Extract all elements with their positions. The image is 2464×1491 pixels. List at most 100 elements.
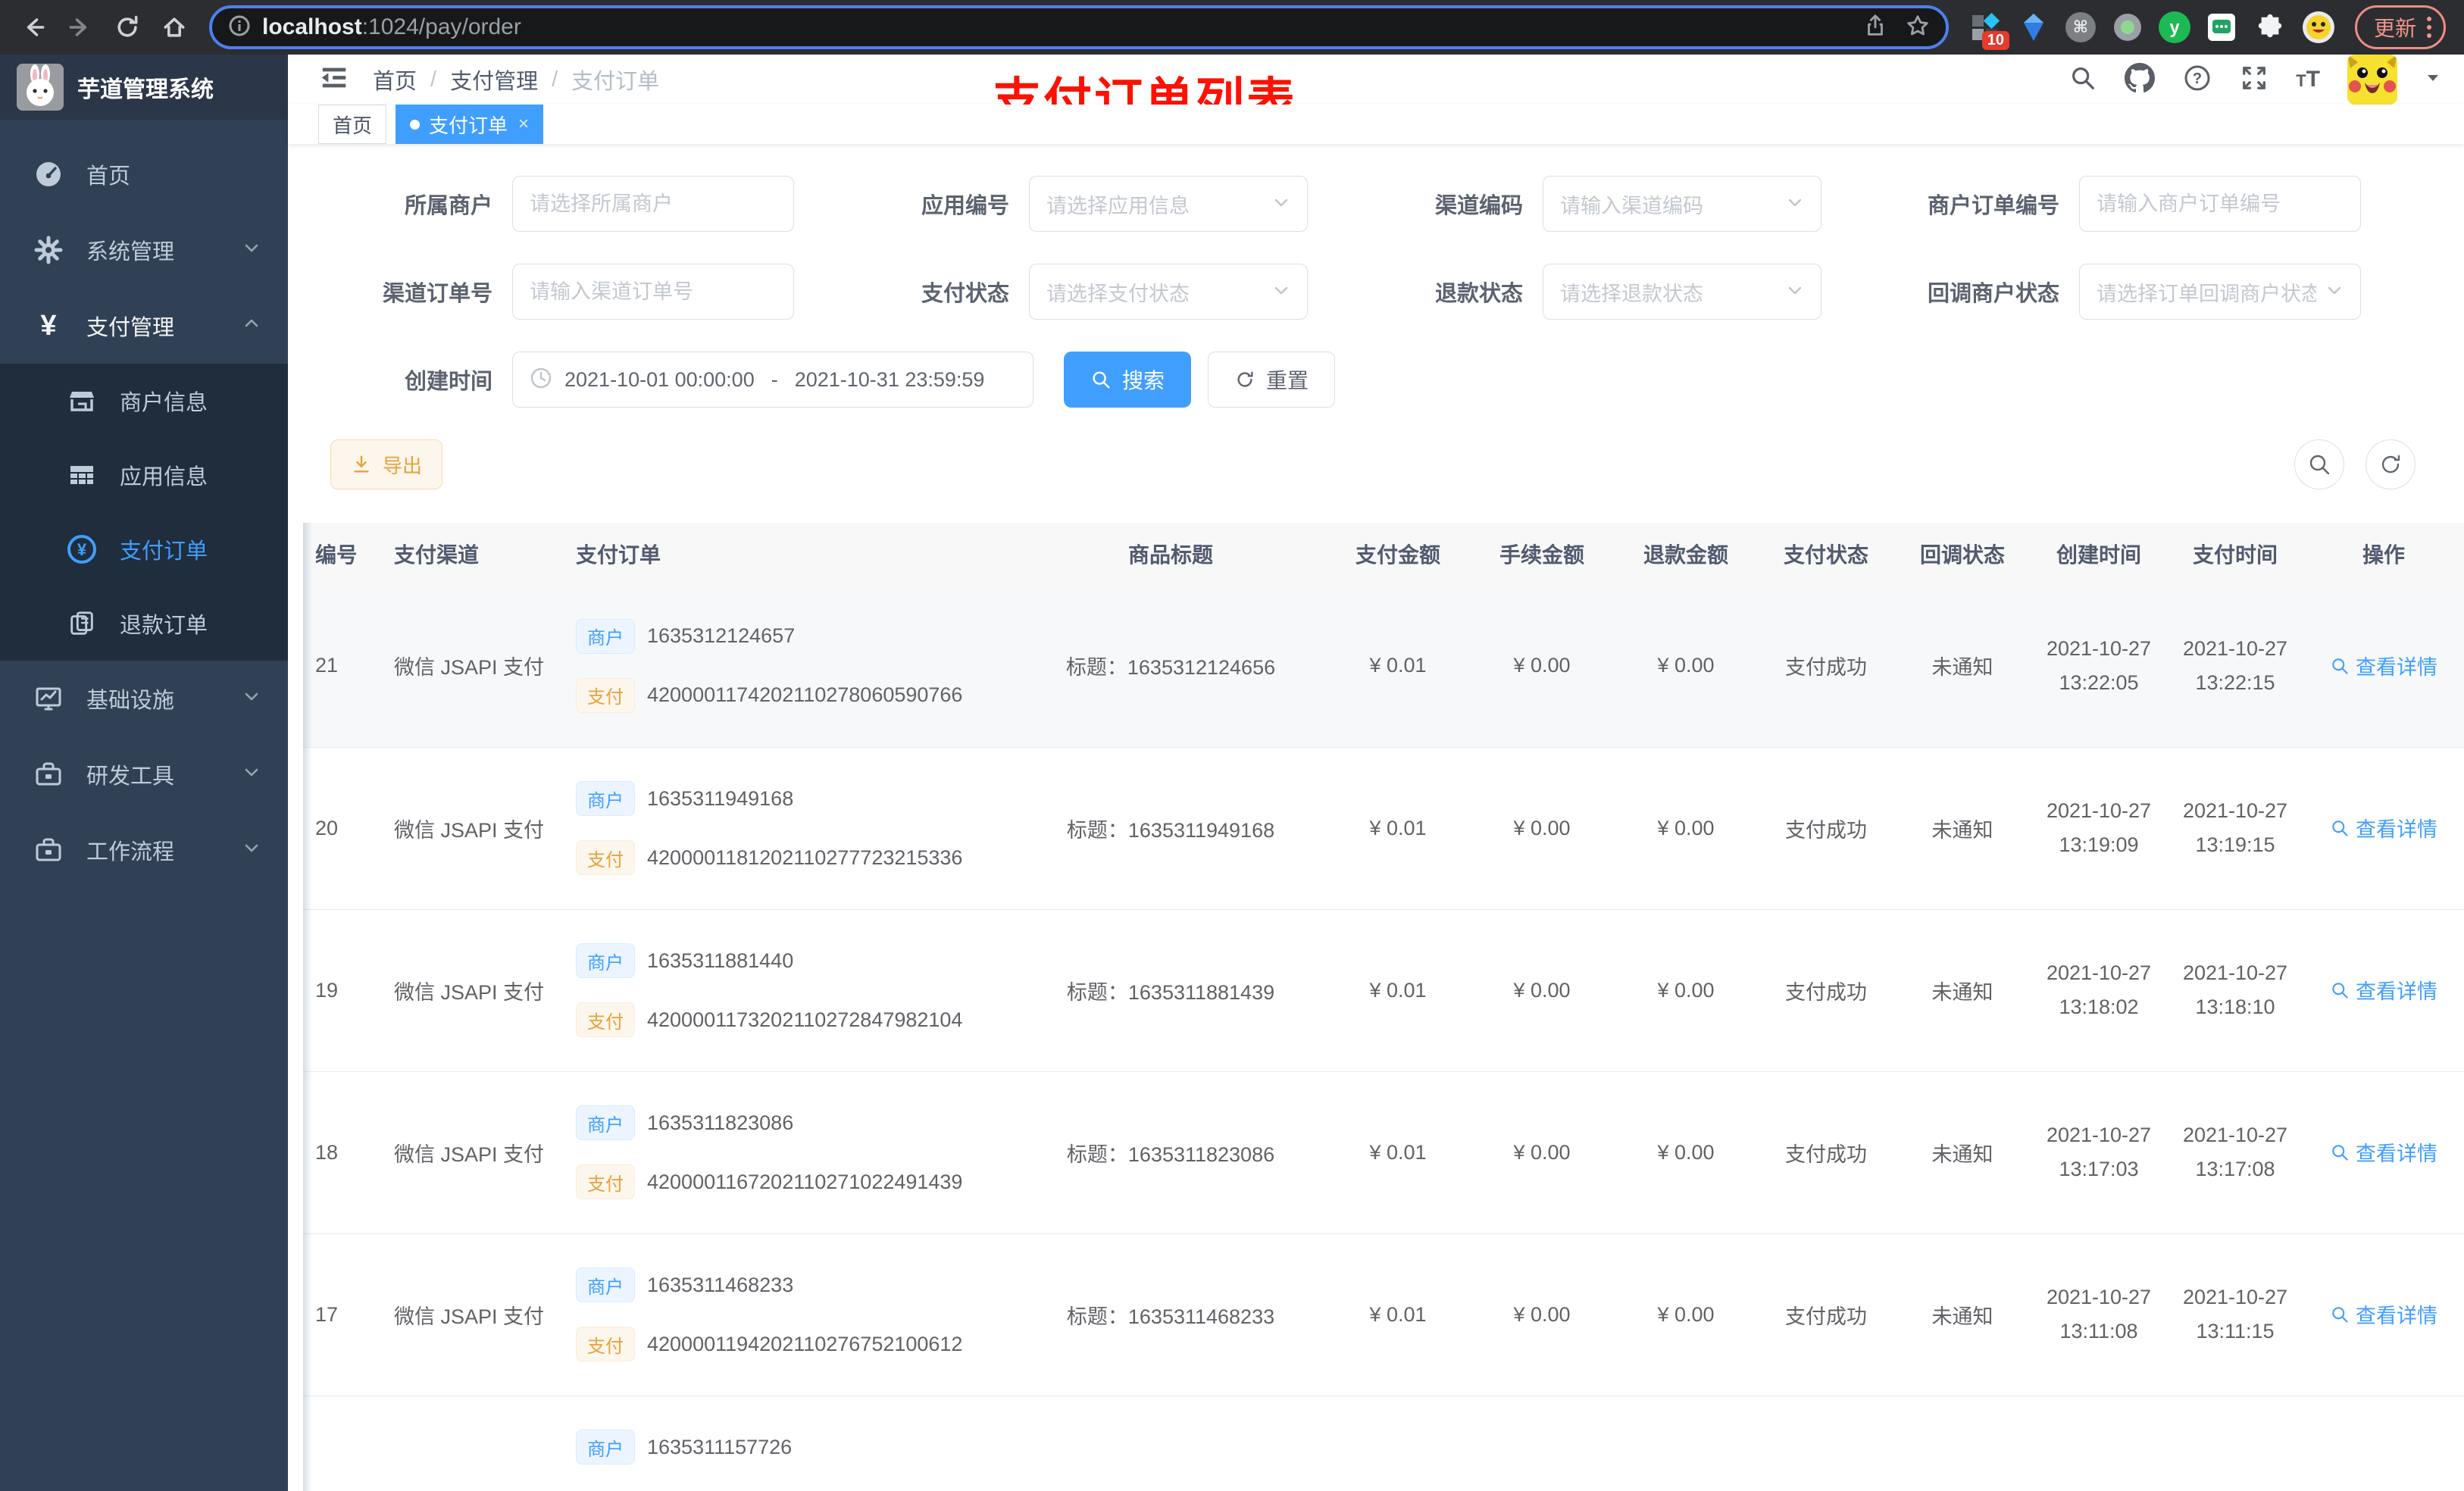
browser-update-menu-button[interactable]: 更新 — [2354, 5, 2446, 49]
col-channel: 支付渠道 — [356, 523, 546, 585]
sidebar-item-system[interactable]: 系统管理 — [0, 212, 288, 288]
chevron-down-icon — [2325, 281, 2344, 303]
extension-icon[interactable] — [2017, 11, 2050, 44]
share-icon[interactable] — [1862, 13, 1888, 42]
cell-fee: ¥ 0.00 — [1470, 1071, 1614, 1234]
sidebar-item-dev-tools[interactable]: 研发工具 — [0, 736, 288, 812]
svg-text:y: y — [2169, 17, 2180, 38]
extension-icon[interactable] — [2111, 11, 2144, 44]
sidebar-item-app-info[interactable]: 应用信息 — [0, 438, 288, 512]
browser-back-icon[interactable] — [14, 8, 53, 47]
font-size-icon[interactable]: TT — [2296, 67, 2320, 92]
browser-home-icon[interactable] — [155, 8, 194, 47]
breadcrumb-current: 支付订单 — [571, 70, 660, 94]
help-icon[interactable]: ? — [2182, 63, 2212, 97]
channel-code-select[interactable]: 请输入渠道编码 — [1543, 176, 1821, 232]
col-pay-order: 支付订单 — [546, 523, 1015, 585]
caret-down-icon[interactable] — [2425, 70, 2441, 90]
breadcrumb-home[interactable]: 首页 — [373, 64, 417, 95]
browser-reload-icon[interactable] — [108, 8, 147, 47]
cell-actions: 查看详情 — [2303, 1233, 2464, 1396]
close-icon[interactable]: × — [518, 114, 529, 135]
pay-tag: 支付 — [576, 1164, 635, 1199]
merchant-tag: 商户 — [576, 781, 635, 816]
cell-fee: ¥ 0.00 — [1470, 909, 1614, 1072]
merchant-order-no-input[interactable] — [2079, 176, 2361, 232]
app-navbar: 首页 / 支付管理 / 支付订单 支付订单列表 ? TT — [288, 55, 2464, 128]
extension-icon[interactable]: y — [2158, 11, 2190, 43]
refund-status-select[interactable]: 请选择退款状态 — [1543, 264, 1821, 320]
toolbox-icon — [32, 835, 65, 865]
channel-order-no-input[interactable] — [512, 264, 794, 320]
cell-notify-status: 未通知 — [1894, 747, 2031, 910]
sidebar-item-workflow[interactable]: 工作流程 — [0, 812, 288, 888]
cell-title — [1015, 1396, 1326, 1491]
view-detail-link[interactable]: 查看详情 — [2330, 1137, 2437, 1167]
view-detail-link[interactable]: 查看详情 — [2330, 813, 2437, 842]
pay-status-select[interactable]: 请选择支付状态 — [1029, 264, 1308, 320]
col-pay-time: 支付时间 — [2167, 523, 2303, 585]
cell-refund: ¥ 0.00 — [1614, 1233, 1758, 1396]
sidebar-item-home[interactable]: 首页 — [0, 136, 288, 212]
yen-icon: ¥ — [40, 309, 57, 342]
address-bar[interactable]: localhost:1024/pay/order — [209, 5, 1949, 49]
create-time-range-picker[interactable]: 2021-10-01 00:00:00 - 2021-10-31 23:59:5… — [512, 352, 1033, 408]
view-detail-link[interactable]: 查看详情 — [2330, 1299, 2437, 1329]
date-end: 2021-10-31 23:59:59 — [794, 367, 985, 391]
col-refund: 退款金额 — [1614, 523, 1758, 585]
col-fee: 手续金额 — [1470, 523, 1614, 585]
update-label: 更新 — [2373, 17, 2416, 40]
tag-home[interactable]: 首页 — [318, 105, 387, 144]
cell-pay-time: 2021-10-27 13:22:15 — [2167, 585, 2303, 748]
extension-icon[interactable]: 10 — [1968, 11, 2009, 50]
cell-title: 标题：1635311949168 — [1015, 747, 1326, 910]
pay-order-no: 4200001174202110278060590766 — [647, 683, 963, 707]
view-detail-link[interactable]: 查看详情 — [2330, 975, 2437, 1005]
user-avatar[interactable] — [2347, 55, 2397, 105]
tag-pay-order[interactable]: 支付订单 × — [396, 105, 544, 144]
search-button[interactable]: 搜索 — [1064, 352, 1192, 408]
breadcrumb-payment[interactable]: 支付管理 — [450, 64, 538, 95]
cell-id: 17 — [303, 1233, 356, 1396]
sidebar-collapse-icon[interactable] — [318, 62, 350, 98]
cell-actions: 查看详情 — [2303, 909, 2464, 1072]
merchant-input[interactable] — [512, 176, 794, 232]
cell-create-time: 2021-10-27 13:19:09 — [2031, 747, 2167, 910]
fullscreen-icon[interactable] — [2240, 64, 2269, 96]
app-select[interactable]: 请选择应用信息 — [1029, 176, 1308, 232]
extensions-puzzle-icon[interactable] — [2253, 11, 2287, 44]
storefront-icon — [65, 386, 98, 416]
sidebar-item-payment[interactable]: ¥ 支付管理 — [0, 288, 288, 364]
sidebar-item-label: 基础设施 — [86, 689, 175, 713]
site-info-icon[interactable] — [227, 14, 252, 42]
profile-avatar-icon[interactable] — [2302, 11, 2335, 44]
view-detail-link[interactable]: 查看详情 — [2330, 651, 2437, 680]
refresh-button[interactable] — [2366, 439, 2416, 489]
sidebar-item-pay-order[interactable]: ¥ 支付订单 — [0, 512, 288, 586]
extension-icon[interactable]: ⌘ — [2065, 12, 2096, 42]
merchant-tag: 商户 — [576, 943, 635, 978]
notify-status-select[interactable]: 请选择订单回调商户状态 — [2079, 264, 2361, 320]
sidebar-item-infrastructure[interactable]: 基础设施 — [0, 661, 288, 736]
sidebar-item-label: 研发工具 — [86, 764, 175, 789]
toggle-search-button[interactable] — [2294, 439, 2344, 489]
bookmark-star-icon[interactable] — [1905, 13, 1931, 42]
search-icon[interactable] — [2068, 64, 2097, 96]
extension-icon[interactable] — [2205, 11, 2238, 44]
github-icon[interactable] — [2125, 62, 2156, 97]
cell-title: 标题：1635311468233 — [1015, 1233, 1326, 1396]
sidebar-item-merchant-info[interactable]: 商户信息 — [0, 364, 288, 438]
cell-pay-status: 支付成功 — [1758, 747, 1894, 910]
export-button[interactable]: 导出 — [330, 439, 443, 489]
table-row: 17 微信 JSAPI 支付 商户 1635311468233 支付 42000… — [303, 1233, 2464, 1396]
merchant-order-no: 1635311823086 — [647, 1111, 794, 1134]
cell-fee: ¥ 0.00 — [1470, 747, 1614, 910]
active-dot — [410, 119, 421, 130]
sidebar-item-refund-order[interactable]: 退款订单 — [0, 586, 288, 661]
reset-button[interactable]: 重置 — [1208, 352, 1336, 408]
sidebar-item-label: 退款订单 — [120, 614, 208, 638]
cell-notify-status: 未通知 — [1894, 1233, 2031, 1396]
browser-forward-icon[interactable] — [61, 8, 100, 47]
cell-pay-time: 2021-10-27 13:17:08 — [2167, 1071, 2303, 1234]
cell-title: 标题：1635311881439 — [1015, 909, 1326, 1072]
